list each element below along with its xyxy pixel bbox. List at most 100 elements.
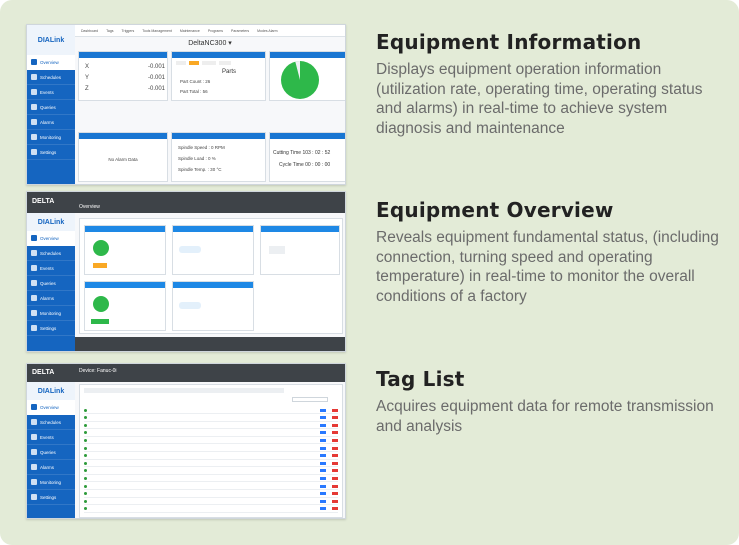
sidebar-item-overview[interactable]: Overview (27, 55, 75, 70)
axis-x: X -0.001 (85, 64, 165, 70)
edit-button[interactable] (320, 438, 326, 442)
tab-programs[interactable]: Programs (208, 29, 223, 33)
spindle-panel: Spindle Speed : 0 RPM Spindle Load : 0 %… (171, 132, 266, 182)
delete-button[interactable] (332, 454, 338, 458)
sidebar-item-alarms[interactable]: Alarms (27, 460, 75, 475)
device-status-ring (93, 296, 109, 312)
tab-parameters[interactable]: Parameters (231, 29, 249, 33)
edit-button[interactable] (320, 484, 326, 488)
spindle-temp: Spindle Temp. : 30 °C (178, 167, 222, 172)
search-input[interactable] (292, 397, 328, 402)
delete-button[interactable] (332, 469, 338, 473)
edit-button[interactable] (320, 461, 326, 465)
gear-icon (31, 494, 37, 500)
tab-maintenance[interactable]: Maintenance (180, 29, 200, 33)
sidebar-item-events[interactable]: Events (27, 261, 75, 276)
status-dot-icon (84, 461, 87, 465)
overview-header: Overview (79, 204, 100, 210)
delete-button[interactable] (332, 476, 338, 480)
feature-title: Equipment Overview (376, 198, 614, 222)
device-card-4[interactable] (84, 281, 166, 331)
overview-footer (75, 337, 345, 351)
delete-button[interactable] (332, 431, 338, 435)
device-card-header (173, 226, 253, 232)
device-card-1[interactable] (84, 225, 166, 275)
edit-button[interactable] (320, 416, 326, 420)
delete-button[interactable] (332, 416, 338, 420)
sidebar-item-schedules[interactable]: Schedules (27, 415, 75, 430)
table-row (84, 437, 338, 445)
information-panel-header (79, 52, 167, 58)
sidebar-item-alarms[interactable]: Alarms (27, 291, 75, 306)
taglist-top-bar (27, 364, 345, 382)
device-card-5[interactable] (172, 281, 254, 331)
delete-button[interactable] (332, 492, 338, 496)
sidebar-item-settings[interactable]: Settings (27, 490, 75, 505)
edit-button[interactable] (320, 507, 326, 511)
feature-title: Tag List (376, 367, 465, 391)
sidebar-item-schedules[interactable]: Schedules (27, 246, 75, 261)
calendar-icon (31, 74, 37, 80)
utilization-pie (281, 61, 319, 99)
sidebar-item-events[interactable]: Events (27, 85, 75, 100)
sidebar-item-monitoring[interactable]: Monitoring (27, 475, 75, 490)
axis-z: Z -0.001 (85, 86, 165, 92)
tab-triggers[interactable]: Triggers (122, 29, 135, 33)
sidebar-item-monitoring[interactable]: Monitoring (27, 306, 75, 321)
feature-card: DIALink Overview Schedules Events Querie… (0, 0, 739, 545)
table-row (84, 475, 338, 483)
sidebar-item-queries[interactable]: Queries (27, 100, 75, 115)
sidebar-item-monitoring[interactable]: Monitoring (27, 130, 75, 145)
status-dot-icon (84, 507, 87, 511)
delete-button[interactable] (332, 461, 338, 465)
tab-dashboard[interactable]: Dashboard (81, 29, 98, 33)
message-panel-header (79, 133, 167, 139)
sidebar-item-settings[interactable]: Settings (27, 321, 75, 336)
delete-button[interactable] (332, 446, 338, 450)
table-row (84, 506, 338, 513)
device-selector[interactable]: DeltaNC300 ▾ (75, 39, 345, 47)
tab-tools[interactable]: Tools Management (142, 29, 172, 33)
feature-equipment-information: Equipment Information Displays equipment… (376, 30, 726, 138)
status-dot-icon (84, 476, 87, 480)
part-total: Part Total : 56 (180, 89, 208, 94)
sidebar-item-queries[interactable]: Queries (27, 445, 75, 460)
delete-button[interactable] (332, 484, 338, 488)
delete-button[interactable] (332, 499, 338, 503)
status-dot-icon (84, 408, 87, 412)
delete-button[interactable] (332, 408, 338, 412)
edit-button[interactable] (320, 431, 326, 435)
edit-button[interactable] (320, 476, 326, 480)
device-card-2[interactable] (172, 225, 254, 275)
tab-modes-alarm[interactable]: Modes Alarm (257, 29, 277, 33)
monitor-icon (31, 310, 37, 316)
tab-tags[interactable]: Tags (106, 29, 113, 33)
sidebar-item-settings[interactable]: Settings (27, 145, 75, 160)
device-card-header (85, 282, 165, 288)
delete-button[interactable] (332, 423, 338, 427)
delete-button[interactable] (332, 507, 338, 511)
sidebar-item-schedules[interactable]: Schedules (27, 70, 75, 85)
equipment-overview-screenshot: DELTA Overview DIALink Overview Schedule… (26, 191, 346, 352)
edit-button[interactable] (320, 423, 326, 427)
edit-button[interactable] (320, 454, 326, 458)
sidebar-item-overview[interactable]: Overview (27, 231, 75, 246)
device-card-header (85, 226, 165, 232)
sidebar-item-alarms[interactable]: Alarms (27, 115, 75, 130)
edit-button[interactable] (320, 408, 326, 412)
delete-button[interactable] (332, 438, 338, 442)
edit-button[interactable] (320, 492, 326, 496)
table-row (84, 430, 338, 437)
edit-button[interactable] (320, 499, 326, 503)
table-row (84, 491, 338, 498)
feature-title: Equipment Information (376, 30, 642, 54)
feature-description: Acquires equipment data for remote trans… (376, 398, 714, 435)
sidebar-item-queries[interactable]: Queries (27, 276, 75, 291)
sidebar-item-events[interactable]: Events (27, 430, 75, 445)
device-card-3[interactable] (260, 225, 340, 275)
sidebar-item-overview[interactable]: Overview (27, 400, 75, 415)
tag-list-screenshot: DELTA Device: Fanuc-0i DIALink Overview … (26, 363, 346, 519)
edit-button[interactable] (320, 446, 326, 450)
edit-button[interactable] (320, 469, 326, 473)
feature-description: Displays equipment operation information… (376, 61, 703, 137)
